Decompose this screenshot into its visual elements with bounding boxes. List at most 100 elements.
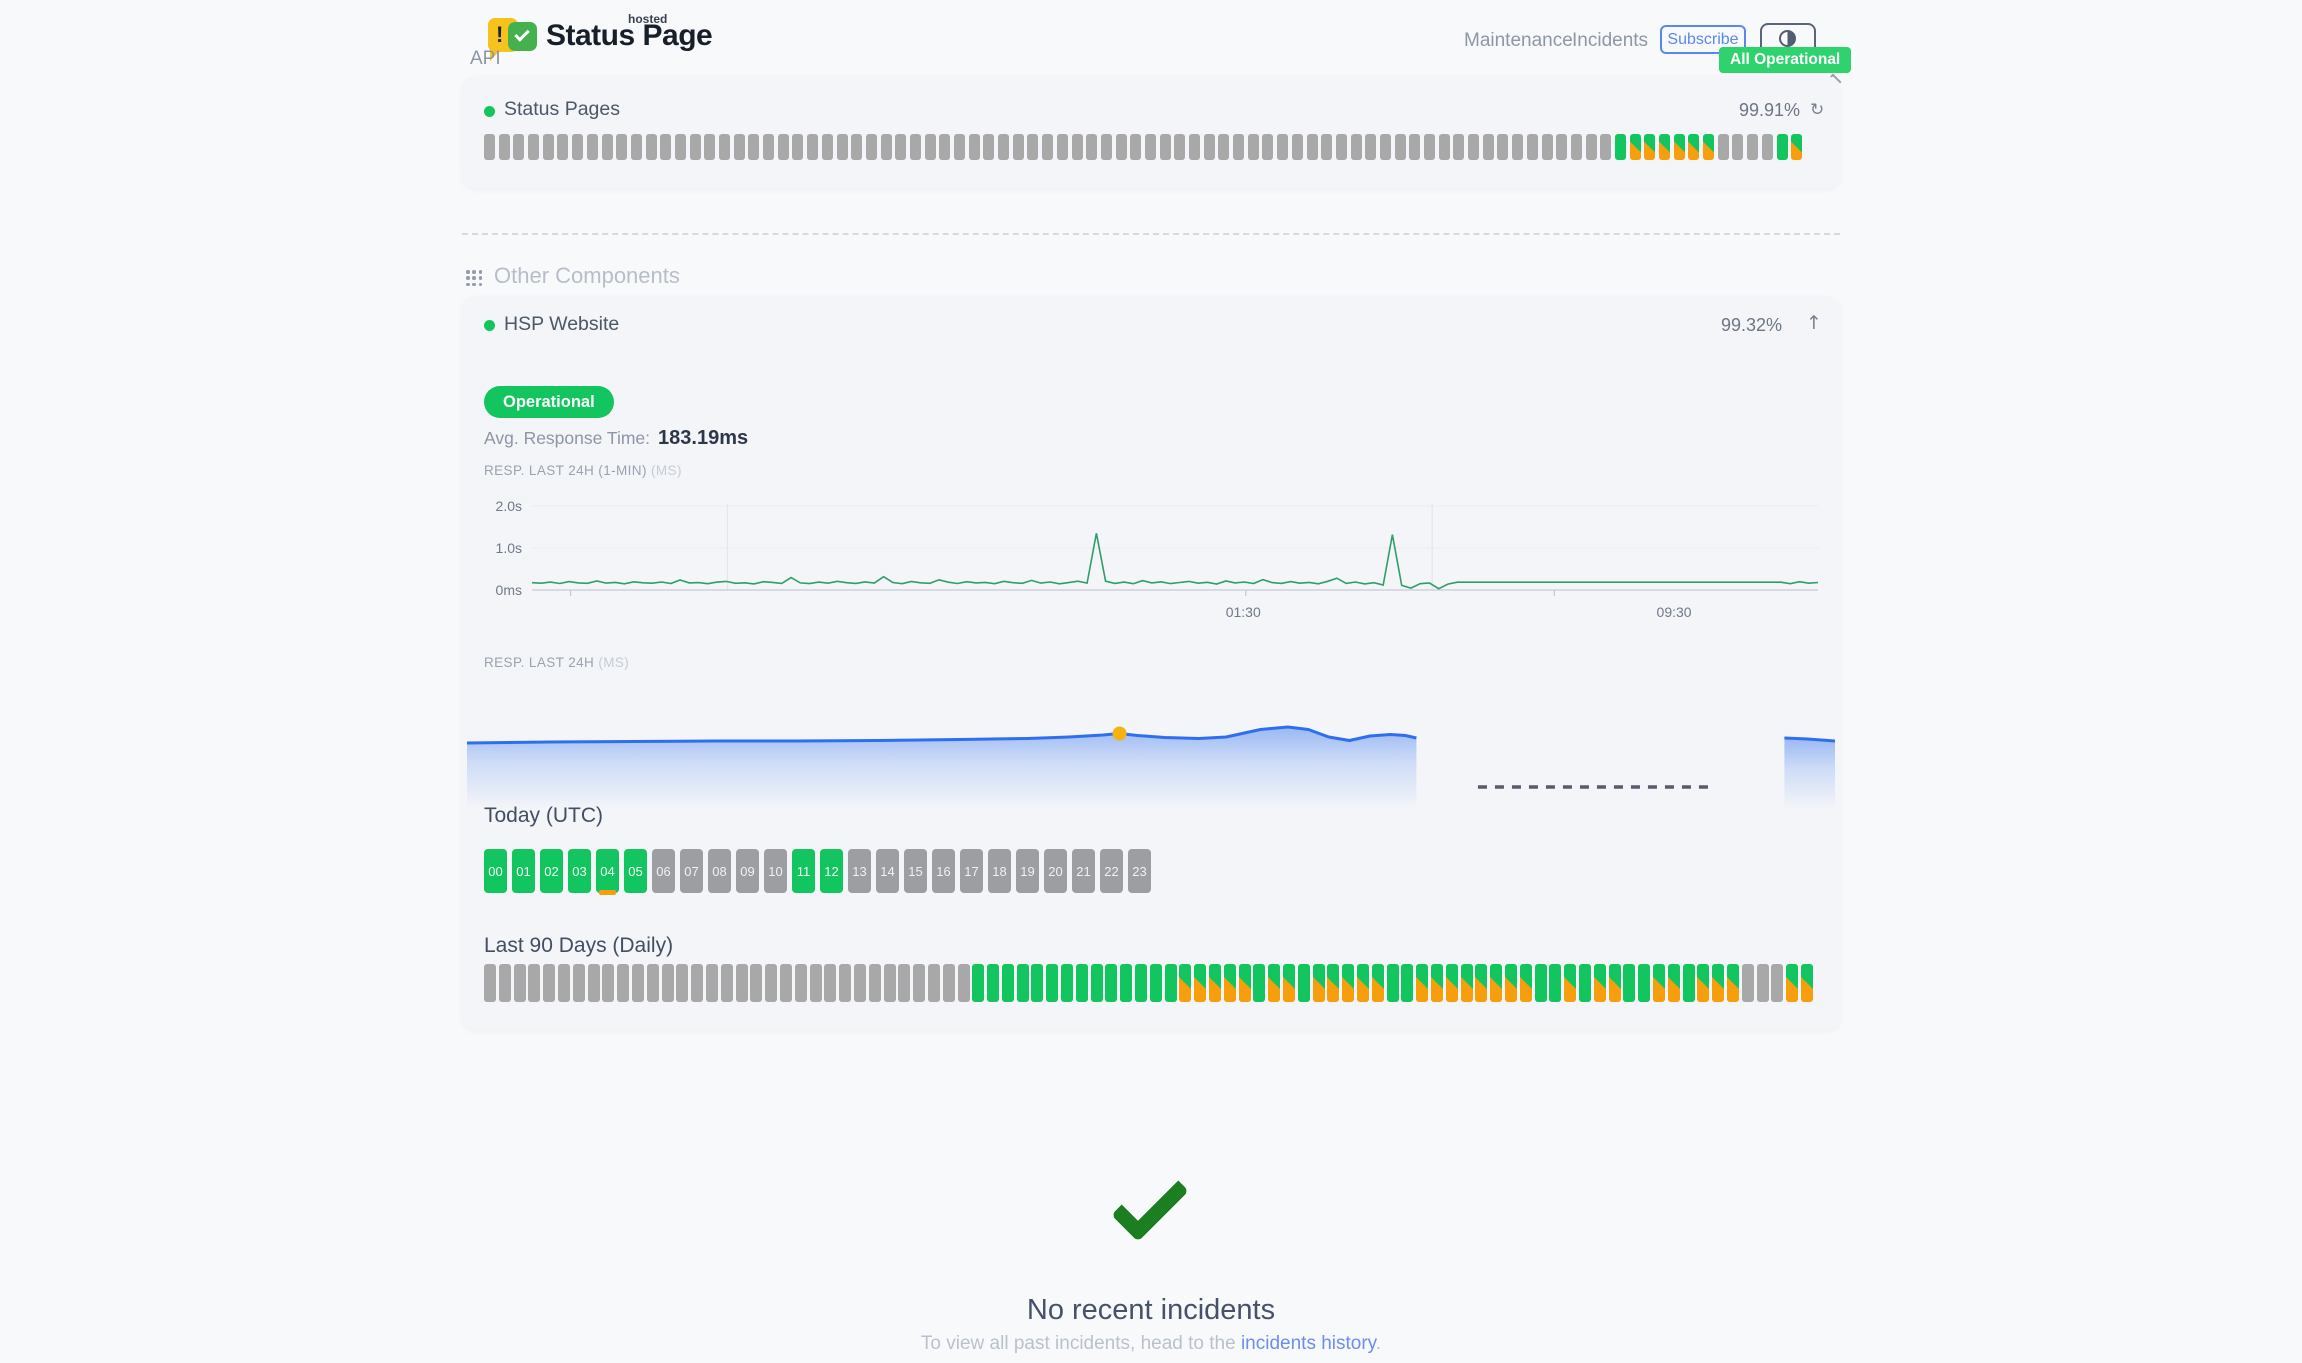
- hsp-website-card: HSP Website 99.32% ↑: [462, 296, 1840, 1030]
- daily-bar: [1224, 964, 1236, 1002]
- uptime-bar: [1556, 134, 1567, 160]
- daily-bar: [972, 964, 984, 1002]
- uptime-bar: [1204, 134, 1215, 160]
- hour-block[interactable]: 07: [680, 849, 703, 893]
- hour-block[interactable]: 03: [568, 849, 591, 893]
- uptime-bar: [557, 134, 568, 160]
- incidents-history-link[interactable]: incidents history: [1241, 1333, 1376, 1354]
- hour-block[interactable]: 06: [652, 849, 675, 893]
- avg-response-value: 183.19ms: [658, 427, 748, 449]
- uptime-bar: [866, 134, 877, 160]
- daily-bar: [795, 964, 807, 1002]
- last90-heading: Last 90 Days (Daily): [484, 934, 673, 958]
- daily-bar: [1416, 964, 1428, 1002]
- all-operational-badge: All Operational: [1719, 47, 1851, 73]
- uptime-bar: [1527, 134, 1538, 160]
- hour-block[interactable]: 19: [1016, 849, 1039, 893]
- uptime-bar: [513, 134, 524, 160]
- uptime-bar: [675, 134, 686, 160]
- uptime-bar: [543, 134, 554, 160]
- uptime-bar: [1380, 134, 1391, 160]
- today-hour-blocks: 0001020304050607080910111213141516171819…: [484, 849, 1151, 893]
- daily-bar: [573, 964, 585, 1002]
- uptime-bar: [851, 134, 862, 160]
- daily-bar: [1179, 964, 1191, 1002]
- uptime-bar: [1351, 134, 1362, 160]
- uptime-bar: [1600, 134, 1611, 160]
- daily-bar: [898, 964, 910, 1002]
- daily-bar: [1031, 964, 1043, 1002]
- uptime-bar: [1277, 134, 1288, 160]
- uptime-bar: [1262, 134, 1273, 160]
- hour-block[interactable]: 13: [848, 849, 871, 893]
- daily-bar: [854, 964, 866, 1002]
- logo-check-icon: [508, 22, 537, 51]
- uptime-bar: [1468, 134, 1479, 160]
- daily-bar: [1046, 964, 1058, 1002]
- daily-bar: [617, 964, 629, 1002]
- response-chart-24h: [467, 697, 1835, 809]
- uptime-bar: [969, 134, 980, 160]
- hour-block[interactable]: 20: [1044, 849, 1067, 893]
- daily-bar: [736, 964, 748, 1002]
- daily-bar: [1135, 964, 1147, 1002]
- uptime-bar: [1233, 134, 1244, 160]
- uptime-bar: [1644, 134, 1655, 160]
- hour-block[interactable]: 14: [876, 849, 899, 893]
- hour-block[interactable]: 09: [736, 849, 759, 893]
- hour-block[interactable]: 18: [988, 849, 1011, 893]
- operational-badge: Operational: [484, 386, 614, 418]
- uptime-bar: [528, 134, 539, 160]
- daily-bar: [1742, 964, 1754, 1002]
- nav-incidents[interactable]: Incidents: [1572, 30, 1648, 52]
- uptime-bar: [1439, 134, 1450, 160]
- hour-block[interactable]: 17: [960, 849, 983, 893]
- nav-maintenance[interactable]: Maintenance: [1464, 30, 1573, 52]
- daily-bar: [1076, 964, 1088, 1002]
- daily-bar: [706, 964, 718, 1002]
- daily-bar: [1313, 964, 1325, 1002]
- uptime-bar: [1497, 134, 1508, 160]
- response-line: [532, 533, 1818, 588]
- hour-block[interactable]: 10: [764, 849, 787, 893]
- uptime-bar: [1409, 134, 1420, 160]
- uptime-bar: [734, 134, 745, 160]
- daily-bar: [1342, 964, 1354, 1002]
- refresh-icon[interactable]: ↻: [1810, 100, 1824, 120]
- daily-bar: [1461, 964, 1473, 1002]
- uptime-bar: [1586, 134, 1597, 160]
- hour-block[interactable]: 11: [792, 849, 815, 893]
- hour-block[interactable]: 08: [708, 849, 731, 893]
- avg-response-row: Avg. Response Time: 183.19ms: [484, 427, 748, 450]
- uptime-bar: [660, 134, 671, 160]
- uptime-bar: [822, 134, 833, 160]
- daily-bar: [662, 964, 674, 1002]
- chart-marker-dot[interactable]: [1113, 727, 1127, 741]
- hour-block[interactable]: 23: [1128, 849, 1151, 893]
- daily-bar: [543, 964, 555, 1002]
- success-check-icon: [1108, 1168, 1198, 1258]
- daily-bar: [750, 964, 762, 1002]
- hour-block[interactable]: 00: [484, 849, 507, 893]
- hour-block[interactable]: 04: [596, 849, 619, 893]
- daily-bar: [839, 964, 851, 1002]
- daily-bar: [1194, 964, 1206, 1002]
- hour-block[interactable]: 02: [540, 849, 563, 893]
- daily-bar: [1283, 964, 1295, 1002]
- daily-bar: [1697, 964, 1709, 1002]
- daily-bar: [1150, 964, 1162, 1002]
- uptime-bar: [1453, 134, 1464, 160]
- hour-block[interactable]: 15: [904, 849, 927, 893]
- status-dot: [484, 106, 495, 117]
- uptime-bar: [983, 134, 994, 160]
- hour-block[interactable]: 16: [932, 849, 955, 893]
- daily-bar: [824, 964, 836, 1002]
- hour-block[interactable]: 12: [820, 849, 843, 893]
- hour-block[interactable]: 21: [1072, 849, 1095, 893]
- hour-block[interactable]: 05: [624, 849, 647, 893]
- hour-block[interactable]: 22: [1100, 849, 1123, 893]
- uptime-bar: [1027, 134, 1038, 160]
- hour-block[interactable]: 01: [512, 849, 535, 893]
- arrow-up-icon[interactable]: ↑: [1806, 312, 1822, 334]
- avg-response-label: Avg. Response Time:: [484, 428, 650, 448]
